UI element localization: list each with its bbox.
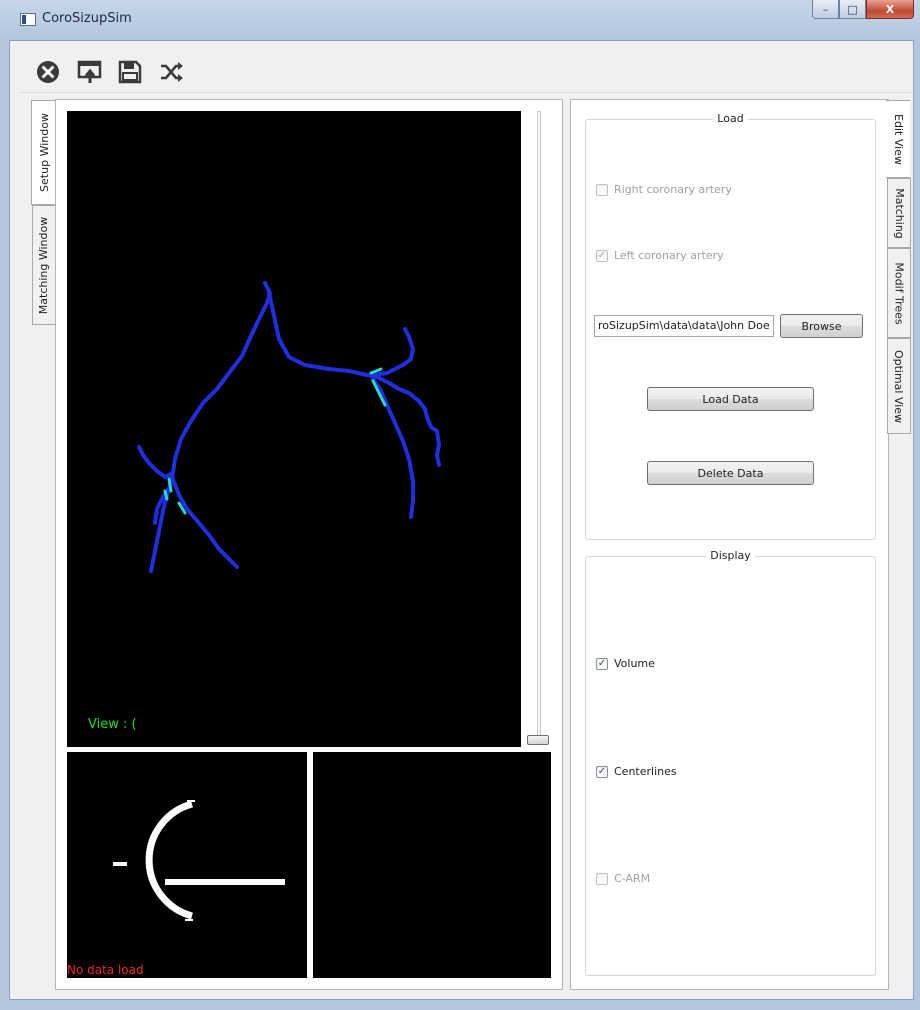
- app-window: CoroSizupSim – □ X Setup Window Matching…: [0, 0, 920, 1010]
- c-arm-box: [596, 872, 608, 885]
- minimize-button[interactable]: –: [812, 0, 839, 19]
- check-icon: ✓: [596, 765, 608, 778]
- tab-matching-window[interactable]: Matching Window: [32, 205, 56, 325]
- right-coronary-checkbox[interactable]: Right coronary artery: [596, 183, 732, 196]
- save-icon: [118, 60, 142, 84]
- view-angle-label: View : (: [88, 717, 137, 732]
- close-window-button[interactable]: X: [866, 0, 914, 19]
- close-circle-icon: [37, 61, 59, 83]
- tab-matching-label: Matching: [892, 187, 906, 239]
- minimize-icon: –: [822, 2, 829, 16]
- tab-modif-trees[interactable]: Modif Trees: [887, 248, 911, 338]
- browse-button[interactable]: Browse: [780, 314, 863, 338]
- close-data-button[interactable]: [34, 58, 62, 86]
- volume-label: Volume: [614, 657, 655, 670]
- browse-button-label: Browse: [801, 319, 842, 333]
- left-coronary-checkbox[interactable]: ✓ Left coronary artery: [596, 249, 724, 262]
- no-data-status: No data load: [67, 963, 144, 977]
- view-slider-handle[interactable]: [527, 735, 549, 745]
- delete-data-button-label: Delete Data: [697, 466, 764, 480]
- toolbar: [18, 52, 911, 93]
- centerlines-checkbox[interactable]: ✓ Centerlines: [596, 765, 677, 778]
- right-coronary-label: Right coronary artery: [614, 183, 732, 196]
- c-arm-checkbox[interactable]: C-ARM: [596, 872, 650, 885]
- shuffle-button[interactable]: [158, 58, 186, 86]
- tab-optimal-view[interactable]: Optimal View: [887, 338, 911, 434]
- window-controls: – □ X: [812, 0, 914, 20]
- tab-optimal-view-label: Optimal View: [892, 349, 906, 423]
- save-button[interactable]: [116, 58, 144, 86]
- window-title: CoroSizupSim: [42, 11, 132, 26]
- tab-edit-view-label: Edit View: [891, 113, 905, 165]
- 3d-viewer[interactable]: View : (: [67, 111, 521, 747]
- check-icon: ✓: [596, 249, 608, 262]
- tab-matching[interactable]: Matching: [887, 178, 911, 248]
- shuffle-icon: [161, 62, 183, 82]
- left-coronary-label: Left coronary artery: [614, 249, 724, 262]
- maximize-icon: □: [847, 2, 858, 16]
- maximize-button[interactable]: □: [839, 0, 866, 19]
- c-arm-view[interactable]: No data load: [67, 752, 307, 978]
- title-bar[interactable]: CoroSizupSim – □ X: [0, 0, 920, 40]
- close-icon: X: [885, 2, 895, 16]
- centerlines-label: Centerlines: [614, 765, 677, 778]
- tab-setup-window-label: Setup Window: [37, 113, 51, 192]
- c-arm-label: C-ARM: [614, 872, 651, 885]
- tab-edit-view[interactable]: Edit View: [886, 100, 910, 178]
- load-data-button-label: Load Data: [702, 392, 759, 406]
- delete-data-button[interactable]: Delete Data: [647, 461, 814, 485]
- app-icon: [20, 13, 36, 26]
- data-path-input[interactable]: roSizupSim\data\data\John Doe: [594, 315, 774, 337]
- projection-view[interactable]: [313, 752, 551, 978]
- check-icon: ✓: [596, 657, 608, 670]
- load-group-title: Load: [713, 112, 748, 125]
- coronary-tree-render: [137, 281, 441, 573]
- view-slider-track[interactable]: [537, 111, 541, 741]
- export-icon: [77, 60, 102, 83]
- right-coronary-box: [596, 183, 608, 196]
- tab-setup-window[interactable]: Setup Window: [31, 100, 56, 205]
- tab-modif-trees-label: Modif Trees: [892, 261, 906, 325]
- export-view-button[interactable]: [76, 58, 104, 86]
- volume-checkbox[interactable]: ✓ Volume: [596, 657, 655, 670]
- display-group-title: Display: [706, 549, 755, 562]
- c-arm-icon: [113, 800, 285, 921]
- tab-matching-window-label: Matching Window: [37, 216, 51, 314]
- load-data-button[interactable]: Load Data: [647, 387, 814, 411]
